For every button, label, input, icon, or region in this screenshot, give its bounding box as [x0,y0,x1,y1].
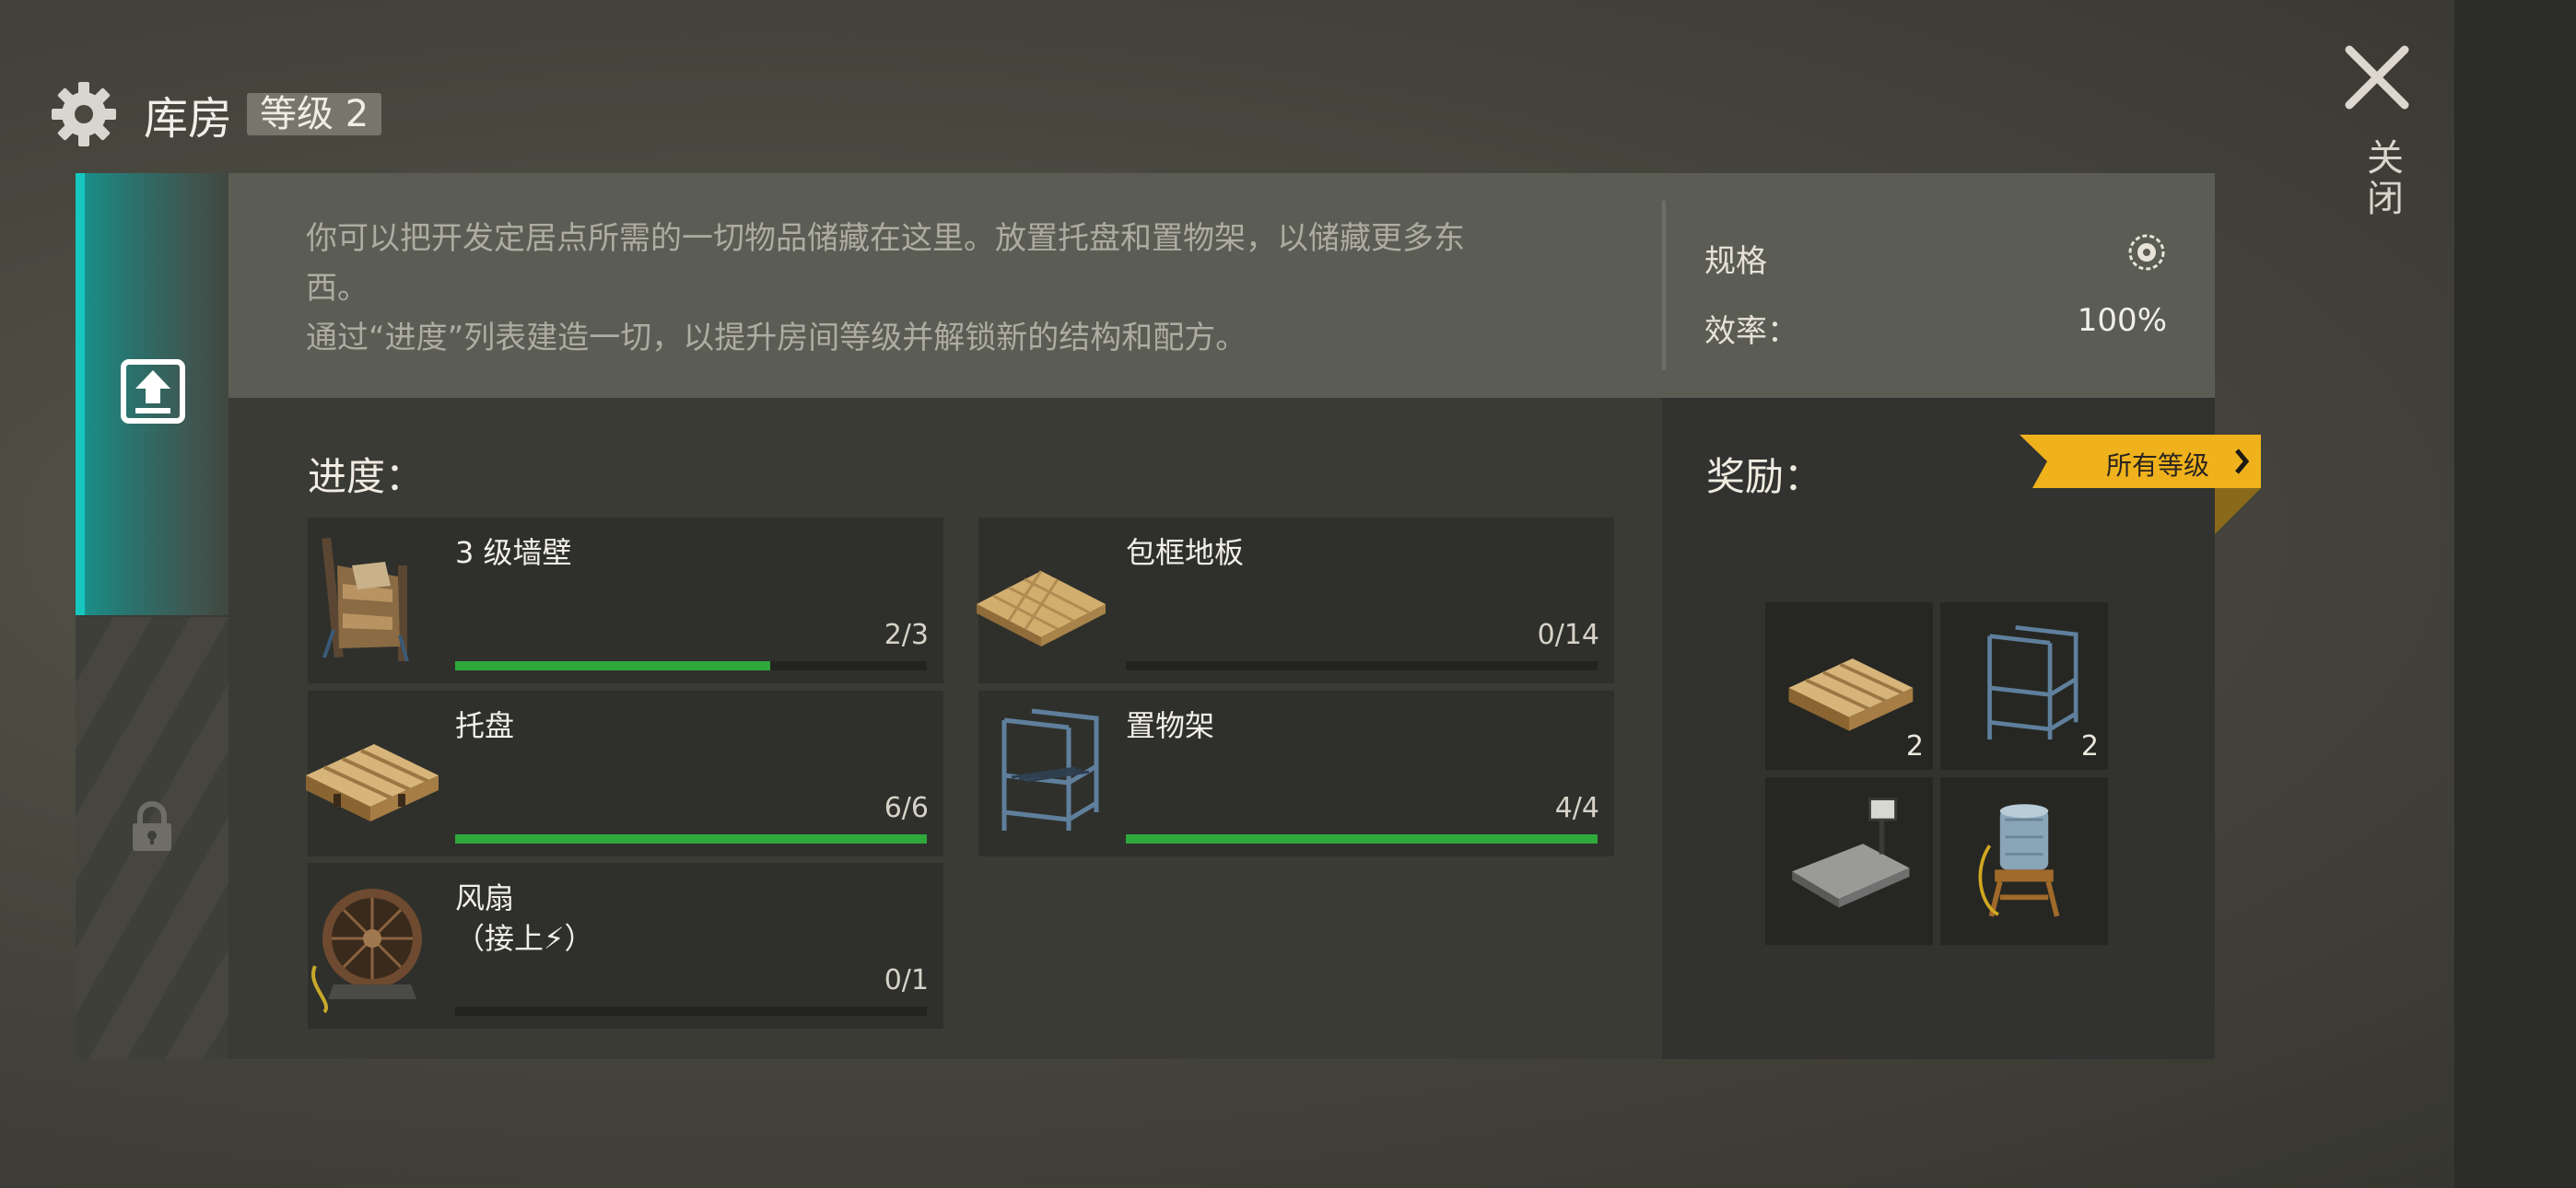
upgrade-icon [121,359,185,424]
spec-title: 规格 [1704,243,1767,280]
progress-item-shelf[interactable]: 置物架 4/4 [978,691,1614,856]
shelf-icon [1987,625,2078,740]
item-name: 风扇 （接上⚡） [455,878,593,959]
room-header: 库房 等级 2 [50,77,382,151]
room-tabs [76,173,228,1059]
progress-item-wall[interactable]: 3 级墙壁 2/3 [308,518,943,683]
reward-title: 奖励： [1706,454,1823,499]
efficiency-value: 100% [2077,302,2167,339]
item-count: 2/3 [884,619,929,651]
fan-icon [311,889,422,1014]
progress-fill [455,834,927,844]
reward-item-scale[interactable] [1765,777,1933,945]
spec-info-icon[interactable] [2126,232,2167,273]
tab-locked[interactable] [76,617,228,1059]
description-line: 你可以把开发定居点所需的一切物品储藏在这里。放置托盘和置物架，以储藏更多东 [306,220,1465,257]
reward-item-water-tank[interactable] [1940,777,2108,945]
item-count: 4/4 [1554,792,1599,824]
efficiency-label: 效率： [1704,313,1798,350]
scale-icon [1792,798,1910,908]
item-name: 包框地板 [1126,535,1245,570]
progress-bar [455,661,927,670]
progress-bar [455,1007,927,1016]
progress-fill [1126,834,1598,844]
description-line: 通过“进度”列表建造一切，以提升房间等级并解锁新的结构和配方。 [306,320,1247,356]
progress-bar [1126,834,1598,844]
item-name: 置物架 [1126,708,1215,743]
progress-fill [455,661,770,670]
progress-bar [1126,661,1598,670]
progress-item-pallet[interactable]: 托盘 6/6 [306,691,943,856]
close-button-label[interactable]: 关闭 [2355,138,2408,219]
item-name: 托盘 [455,708,515,743]
progress-item-floor[interactable]: 包框地板 0/14 [977,518,1614,683]
wall-icon [322,537,409,662]
reward-count: 2 [2080,730,2099,763]
pallet-icon [306,744,439,821]
reward-item-pallet[interactable]: 2 [1765,602,1933,770]
gear-icon[interactable] [50,80,118,148]
lock-icon [133,801,171,851]
divider [1662,201,1666,370]
progress-item-fan[interactable]: 风扇 （接上⚡） 0/1 [308,863,943,1029]
room-description: 你可以把开发定居点所需的一切物品储藏在这里。放置托盘和置物架，以储藏更多东 西。… [228,173,1662,398]
item-name: 3 级墙壁 [455,535,572,570]
reward-item-shelf[interactable]: 2 [1940,602,2108,770]
fan-power-note: （接上⚡） [455,921,594,956]
room-title: 库房 [144,93,233,145]
water-tank-icon [1978,804,2060,917]
floor-icon [977,570,1106,646]
item-count: 0/14 [1537,619,1599,651]
fan-name: 风扇 [455,880,515,915]
room-level-badge: 等级 2 [247,93,382,135]
progress-title: 进度： [308,454,425,499]
pallet-icon [1788,658,1914,731]
description-text: 你可以把开发定居点所需的一切物品储藏在这里。放置托盘和置物架，以储藏更多东 西。… [306,214,1596,363]
right-edge-strip [2454,0,2576,1188]
spec-section: 规格 效率： 100% [1662,173,2215,398]
item-count: 0/1 [884,964,929,996]
description-line: 西。 [306,270,369,307]
progress-bar [455,834,927,844]
reward-count: 2 [1905,730,1924,763]
close-icon[interactable] [2340,41,2414,114]
all-levels-label[interactable]: 所有等级 [2106,446,2209,483]
shelf-icon [1001,708,1099,831]
item-count: 6/6 [884,792,929,824]
tab-upgrade[interactable] [76,173,228,615]
